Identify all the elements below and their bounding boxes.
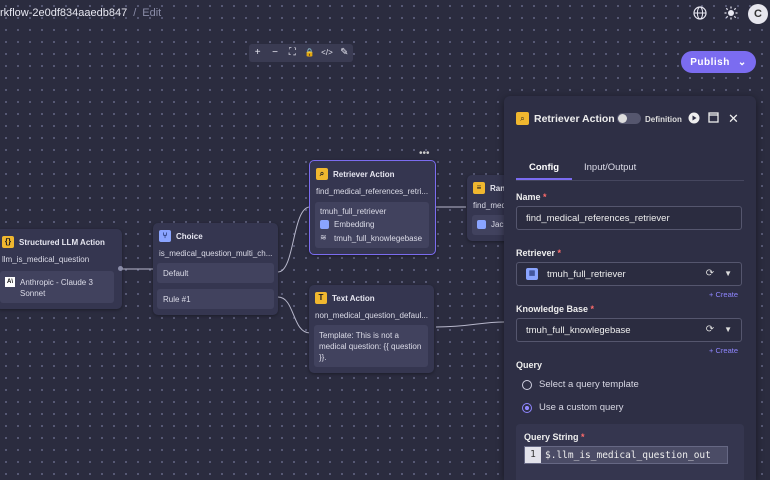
item-label: Jac	[491, 220, 504, 229]
query-code-editor[interactable]: 1 $.llm_is_medical_question_out	[524, 446, 728, 464]
query-label: Query	[516, 360, 543, 370]
option-label: Default	[163, 269, 189, 278]
kb-label: Knowledge Base *	[516, 304, 595, 314]
node-text-action[interactable]: T Text Action non_medical_question_defaul…	[309, 285, 434, 373]
globe-icon[interactable]	[692, 6, 708, 22]
node-title: Ran	[490, 183, 506, 193]
item-icon	[477, 220, 486, 229]
code-text: $.llm_is_medical_question_out	[545, 449, 711, 461]
radio-label: Use a custom query	[539, 402, 624, 413]
edge-text-next	[435, 321, 505, 328]
refresh-icon[interactable]: ⟳	[706, 268, 714, 280]
node-title: Choice	[176, 231, 203, 241]
canvas-toolbar: + − ⛶ 🔒 </> ✎	[249, 44, 353, 62]
retriever-select[interactable]: ▦ tmuh_full_retriever ⟳ ▼	[516, 262, 742, 286]
tab-config[interactable]: Config	[529, 162, 559, 173]
node-choice[interactable]: ⑂ Choice is_medical_question_multi_ch... …	[153, 223, 278, 315]
more-icon[interactable]: •••	[419, 148, 430, 159]
user-avatar[interactable]: C	[748, 4, 768, 24]
caret-down-icon[interactable]: ▼	[724, 268, 732, 280]
edge-choice-text	[277, 296, 311, 334]
zoom-out-icon[interactable]: −	[268, 44, 282, 62]
name-label: Name *	[516, 192, 547, 202]
create-kb-link[interactable]: + Create	[709, 346, 738, 355]
retriever-config-panel: ⌕ Retriever Action Definition ✕ Config I…	[504, 96, 756, 480]
breadcrumb-separator: /	[133, 7, 137, 19]
template-text: Template: This is not a medical question…	[319, 331, 422, 362]
text-icon: T	[315, 292, 327, 304]
retriever-label: Retriever *	[516, 248, 562, 258]
definition-label: Definition	[645, 115, 682, 124]
edge-choice-retriever	[277, 206, 311, 273]
publish-label: Publish	[690, 56, 730, 68]
sun-icon[interactable]	[723, 6, 739, 22]
kb-value: tmuh_full_knowlegebase	[526, 324, 631, 336]
chevron-down-icon: ⌄	[737, 56, 747, 68]
tab-input-output[interactable]: Input/Output	[584, 162, 636, 173]
retriever-value: tmuh_full_retriever	[547, 268, 626, 280]
model-name: Anthropic - Claude 3 Sonnet	[20, 278, 93, 298]
breadcrumb: rkflow-2e0df834aaedb847 / Edit	[0, 7, 161, 19]
name-input[interactable]: find_medical_references_retriever	[516, 206, 742, 230]
braces-icon: {}	[2, 236, 14, 248]
node-title: Structured LLM Action	[19, 237, 105, 247]
database-icon: ≋	[320, 233, 327, 242]
top-bar: rkflow-2e0df834aaedb847 / Edit C	[0, 0, 770, 28]
panel-title: Retriever Action	[534, 113, 615, 125]
search-icon: ⌕	[516, 112, 529, 125]
name-value: find_medical_references_retriever	[526, 212, 670, 224]
kb-select[interactable]: tmuh_full_knowlegebase ⟳ ▼	[516, 318, 742, 342]
close-icon[interactable]: ✕	[727, 112, 740, 125]
node-name: llm_is_medical_question	[2, 255, 90, 264]
query-string-label: Query String *	[524, 432, 585, 442]
list-icon: ≡	[473, 182, 485, 194]
magic-wand-icon[interactable]: ✎	[337, 44, 351, 62]
definition-toggle[interactable]	[617, 113, 641, 124]
retriever-name: tmuh_full_retriever	[320, 207, 387, 216]
breadcrumb-workflow[interactable]: rkflow-2e0df834aaedb847	[0, 7, 127, 19]
node-title: Text Action	[332, 293, 375, 303]
radio-custom-query[interactable]: Use a custom query	[522, 402, 623, 413]
template-box: Template: This is not a medical question…	[314, 325, 428, 367]
code-icon[interactable]: </>	[320, 44, 334, 62]
search-icon: ⌕	[316, 168, 328, 180]
retriever-details: tmuh_full_retriever Embedding ≋ tmuh_ful…	[315, 202, 429, 248]
node-retriever-action[interactable]: ⌕ Retriever Action find_medical_reference…	[309, 148, 436, 255]
line-number: 1	[525, 447, 541, 463]
fit-view-icon[interactable]: ⛶	[285, 44, 299, 62]
radio-circle	[522, 379, 532, 390]
node-name: find_medi	[473, 201, 508, 210]
model-box: A\ Anthropic - Claude 3 Sonnet	[0, 271, 114, 303]
breadcrumb-edit: Edit	[142, 7, 162, 19]
zoom-in-icon[interactable]: +	[251, 44, 265, 62]
radio-label: Select a query template	[539, 379, 639, 390]
query-string-section: Query String * 1 $.llm_is_medical_questi…	[516, 424, 744, 480]
embedding-label: Embedding	[334, 220, 375, 229]
option-label: Rule #1	[163, 295, 191, 304]
node-structured-llm-action[interactable]: {} Structured LLM Action llm_is_medical_q…	[0, 229, 123, 309]
radio-circle-selected	[522, 402, 532, 413]
panel-tabs: Config Input/Output	[516, 156, 744, 181]
output-handle[interactable]	[118, 266, 123, 271]
embedding-icon	[320, 220, 329, 229]
radio-query-template[interactable]: Select a query template	[522, 379, 639, 390]
node-name: non_medical_question_defaul...	[315, 311, 428, 320]
node-name: is_medical_question_multi_ch...	[159, 249, 273, 258]
publish-button[interactable]: Publish ⌄	[681, 51, 756, 73]
choice-option-default[interactable]: Default	[157, 263, 274, 283]
node-name: find_medical_references_retri...	[316, 187, 429, 196]
create-retriever-link[interactable]: + Create	[709, 290, 738, 299]
maximize-icon[interactable]	[707, 112, 720, 125]
retriever-icon: ▦	[526, 268, 538, 280]
caret-down-icon[interactable]: ▼	[724, 324, 732, 336]
choice-option-rule1[interactable]: Rule #1	[157, 289, 274, 309]
node-title: Retriever Action	[333, 169, 395, 179]
anthropic-icon: A\	[5, 277, 15, 287]
lock-icon[interactable]: 🔒	[303, 44, 317, 62]
refresh-icon[interactable]: ⟳	[706, 324, 714, 336]
kb-name: tmuh_full_knowlegebase	[334, 234, 423, 243]
play-icon[interactable]	[687, 112, 700, 125]
branch-icon: ⑂	[159, 230, 171, 242]
active-tab-indicator	[516, 178, 572, 180]
